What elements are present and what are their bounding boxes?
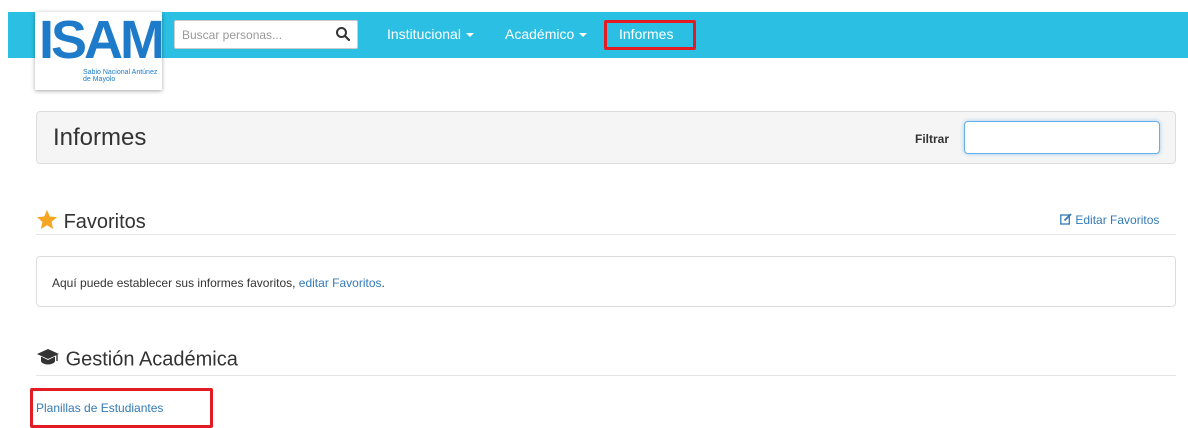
nav-institucional-label: Institucional xyxy=(387,26,461,42)
chevron-down-icon xyxy=(579,33,588,38)
logo-subtitle: Sabio Nacional Antúnez de Mayolo xyxy=(83,69,158,83)
academic-title: Gestión Académica xyxy=(65,348,238,371)
search-icon[interactable] xyxy=(335,26,351,42)
favorites-message-text: Aquí puede establecer sus informes favor… xyxy=(52,276,299,290)
favorites-divider xyxy=(36,234,1176,235)
nav-academico-label: Académico xyxy=(505,26,575,42)
logo-text: ISAM xyxy=(39,10,165,70)
search-input[interactable] xyxy=(175,21,325,48)
edit-icon xyxy=(1060,213,1072,228)
edit-favorites-label: Editar Favoritos xyxy=(1075,213,1160,227)
edit-favorites-inline-link[interactable]: editar Favoritos xyxy=(299,276,382,290)
favorites-info-panel: Aquí puede establecer sus informes favor… xyxy=(36,256,1176,307)
nav-academico[interactable]: Académico xyxy=(505,26,588,42)
nav-institucional[interactable]: Institucional xyxy=(387,26,474,42)
favorites-title: Favoritos xyxy=(63,210,146,233)
edit-favorites-link[interactable]: Editar Favoritos xyxy=(1060,213,1159,228)
page-header-panel: Informes Filtrar xyxy=(36,111,1176,164)
report-link-planillas[interactable]: Planillas de Estudiantes xyxy=(36,401,163,415)
graduation-cap-icon xyxy=(36,347,60,373)
filter-label: Filtrar xyxy=(915,132,950,146)
favorites-message-suffix: . xyxy=(381,276,385,290)
nav-informes[interactable]: Informes xyxy=(619,26,673,42)
favorites-message: Aquí puede establecer sus informes favor… xyxy=(52,276,385,290)
favorites-heading: Favoritos xyxy=(36,209,146,236)
chevron-down-icon xyxy=(465,33,474,38)
search-box xyxy=(174,20,358,49)
filter-input[interactable] xyxy=(964,121,1160,154)
academic-heading: Gestión Académica xyxy=(36,347,238,373)
logo[interactable]: ISAM Sabio Nacional Antúnez de Mayolo xyxy=(35,10,165,90)
star-icon xyxy=(36,209,58,236)
page-title: Informes xyxy=(53,124,147,151)
academic-divider xyxy=(36,375,1176,376)
